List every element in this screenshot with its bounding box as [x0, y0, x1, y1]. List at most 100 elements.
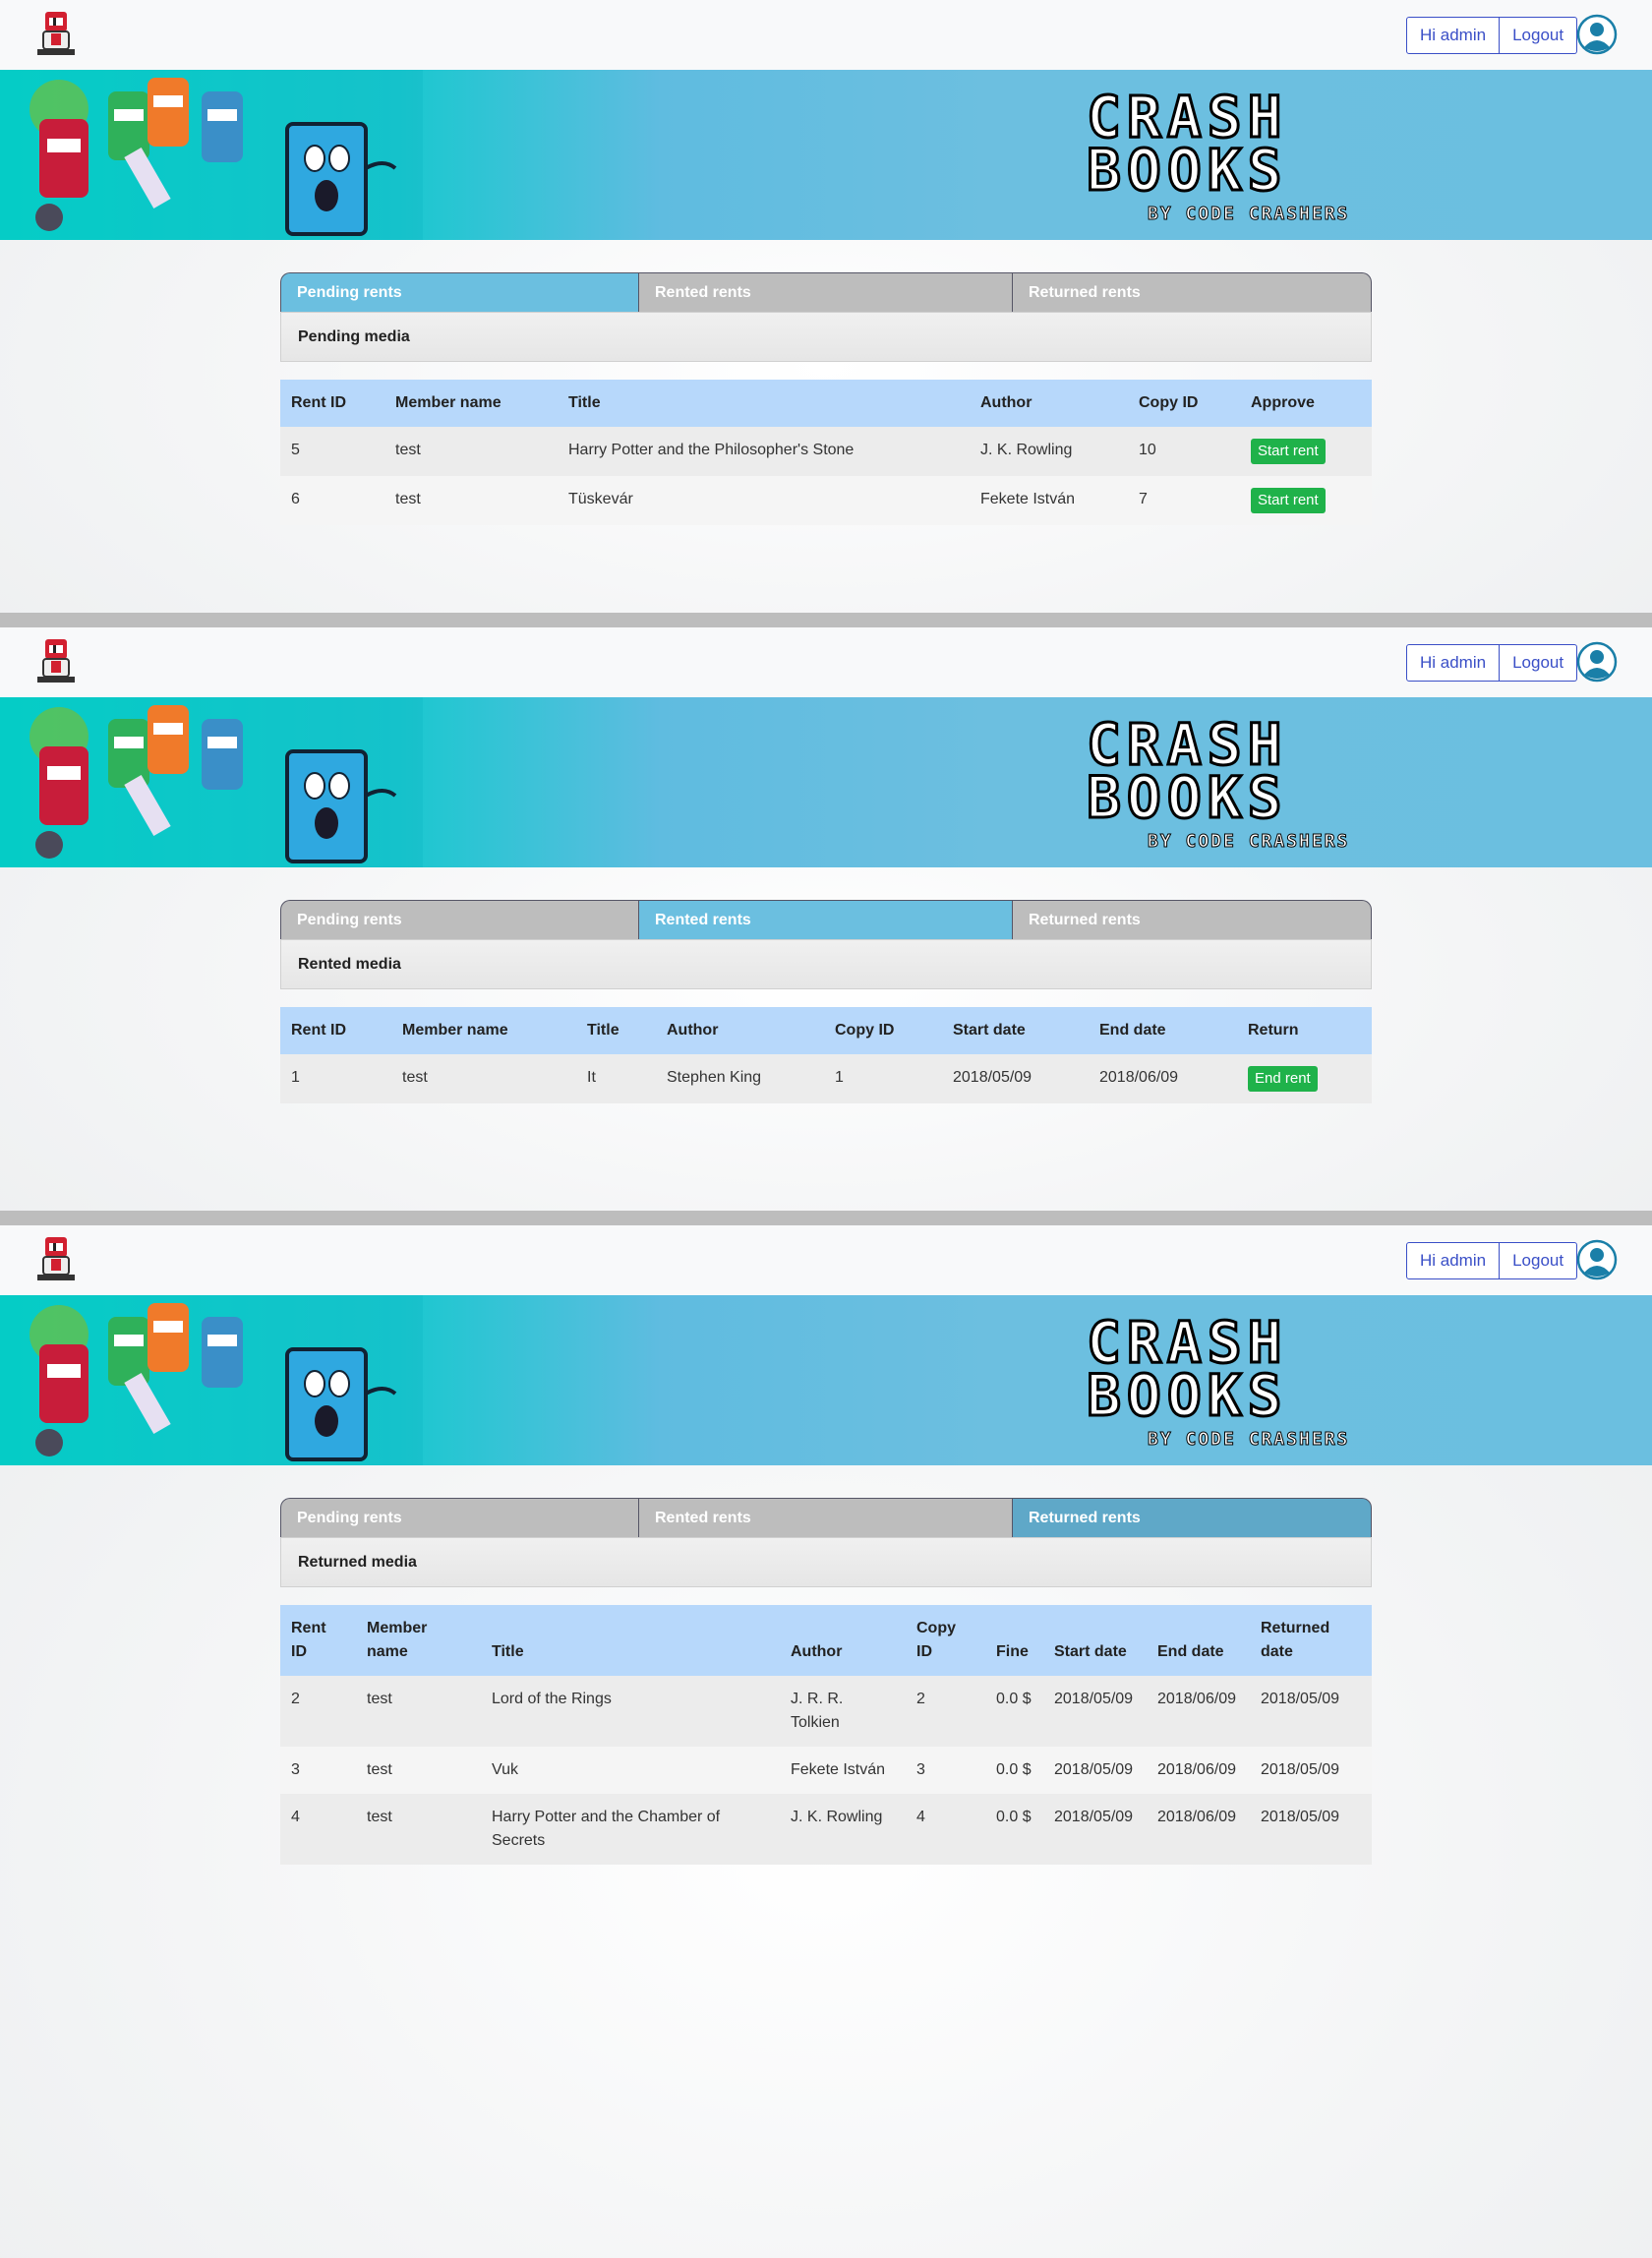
- logout-button[interactable]: Logout: [1500, 1242, 1578, 1279]
- navbar: Hi admin Logout: [0, 627, 1652, 697]
- column-header: Author: [970, 380, 1128, 427]
- copy-id-cell: 1: [824, 1054, 942, 1103]
- section-heading: Pending media: [280, 312, 1372, 362]
- castle-crasher-logo-icon[interactable]: [31, 637, 81, 686]
- logout-button[interactable]: Logout: [1500, 644, 1578, 682]
- tab-rented-rents[interactable]: Rented rents: [638, 900, 1012, 939]
- title-cell: Vuk: [481, 1747, 780, 1794]
- returned-rents-table: Rent ID Member name Title Author Copy ID…: [280, 1605, 1372, 1865]
- rent-tabs: Pending rents Rented rents Returned rent…: [280, 272, 1372, 312]
- table-header-row: Rent ID Member name Title Author Copy ID…: [280, 1007, 1372, 1054]
- hi-admin-button[interactable]: Hi admin: [1406, 644, 1501, 682]
- screenshot-divider: [0, 613, 1652, 627]
- column-header: End date: [1089, 1007, 1237, 1054]
- pending-rents-table: Rent ID Member name Title Author Copy ID…: [280, 380, 1372, 525]
- table-header-row: Rent ID Member name Title Author Copy ID…: [280, 380, 1372, 427]
- tab-returned-rents[interactable]: Returned rents: [1012, 272, 1372, 312]
- rent-id-cell: 2: [280, 1676, 356, 1747]
- knights-and-book-illustration: [0, 697, 423, 867]
- author-cell: Fekete István: [780, 1747, 906, 1794]
- returned-date-cell: 2018/05/09: [1250, 1676, 1372, 1747]
- tab-rented-rents[interactable]: Rented rents: [638, 1498, 1012, 1537]
- table-row: 6 test Tüskevár Fekete István 7 Start re…: [280, 476, 1372, 525]
- banner: CRASH BOOKS BY CODE CRASHERS: [0, 697, 1652, 867]
- title-cell: Tüskevár: [558, 476, 970, 525]
- crash-books-brand-logo: CRASH BOOKS BY CODE CRASHERS: [1087, 715, 1348, 853]
- panel-returned: Hi admin Logout CRASH BOOKS BY CODE CRAS…: [0, 1225, 1652, 2258]
- start-rent-button[interactable]: Start rent: [1251, 439, 1326, 464]
- fine-cell: 0.0 $: [985, 1794, 1043, 1865]
- hi-admin-button[interactable]: Hi admin: [1406, 1242, 1501, 1279]
- knights-and-book-illustration: [0, 1295, 423, 1465]
- author-cell: J. K. Rowling: [970, 427, 1128, 476]
- column-header: Start date: [942, 1007, 1089, 1054]
- rent-id-cell: 6: [280, 476, 384, 525]
- copy-id-cell: 10: [1128, 427, 1240, 476]
- title-cell: Harry Potter and the Philosopher's Stone: [558, 427, 970, 476]
- user-avatar-icon[interactable]: [1576, 641, 1618, 683]
- castle-crasher-logo-icon[interactable]: [31, 10, 81, 59]
- table-header-row: Rent ID Member name Title Author Copy ID…: [280, 1605, 1372, 1676]
- copy-id-cell: 4: [906, 1794, 985, 1865]
- table-row: 1 test It Stephen King 1 2018/05/09 2018…: [280, 1054, 1372, 1103]
- tab-pending-rents[interactable]: Pending rents: [280, 272, 638, 312]
- castle-crasher-logo-icon[interactable]: [31, 1235, 81, 1284]
- member-cell: test: [356, 1676, 481, 1747]
- column-header: Fine: [985, 1605, 1043, 1676]
- start-date-cell: 2018/05/09: [942, 1054, 1089, 1103]
- end-date-cell: 2018/06/09: [1147, 1676, 1250, 1747]
- logout-button[interactable]: Logout: [1500, 17, 1578, 54]
- fine-cell: 0.0 $: [985, 1676, 1043, 1747]
- tab-rented-rents[interactable]: Rented rents: [638, 272, 1012, 312]
- end-date-cell: 2018/06/09: [1147, 1747, 1250, 1794]
- rented-rents-table: Rent ID Member name Title Author Copy ID…: [280, 1007, 1372, 1103]
- author-cell: J. K. Rowling: [780, 1794, 906, 1865]
- start-date-cell: 2018/05/09: [1043, 1794, 1147, 1865]
- column-header: Returned date: [1250, 1605, 1372, 1676]
- rent-id-cell: 4: [280, 1794, 356, 1865]
- column-header: Title: [576, 1007, 656, 1054]
- title-cell: Harry Potter and the Chamber of Secrets: [481, 1794, 780, 1865]
- column-header: Author: [780, 1605, 906, 1676]
- section-heading: Returned media: [280, 1537, 1372, 1587]
- fine-cell: 0.0 $: [985, 1747, 1043, 1794]
- tab-returned-rents[interactable]: Returned rents: [1012, 1498, 1372, 1537]
- user-button-group: Hi admin Logout: [1406, 1242, 1578, 1279]
- member-cell: test: [384, 427, 558, 476]
- table-row: 4 test Harry Potter and the Chamber of S…: [280, 1794, 1372, 1865]
- brand-line-2: BOOKS: [1087, 137, 1288, 204]
- crash-books-brand-logo: CRASH BOOKS BY CODE CRASHERS: [1087, 88, 1349, 225]
- end-date-cell: 2018/06/09: [1089, 1054, 1237, 1103]
- column-header: Rent ID: [280, 380, 384, 427]
- user-avatar-icon[interactable]: [1576, 14, 1618, 55]
- copy-id-cell: 7: [1128, 476, 1240, 525]
- member-cell: test: [356, 1794, 481, 1865]
- table-row: 2 test Lord of the Rings J. R. R. Tolkie…: [280, 1676, 1372, 1747]
- column-header: Return: [1237, 1007, 1372, 1054]
- end-rent-button[interactable]: End rent: [1248, 1066, 1318, 1092]
- author-cell: J. R. R. Tolkien: [780, 1676, 906, 1747]
- column-header: Member name: [356, 1605, 481, 1676]
- brand-line-3: BY CODE CRASHERS: [1148, 204, 1349, 224]
- column-header: Member name: [384, 380, 558, 427]
- tab-pending-rents[interactable]: Pending rents: [280, 900, 638, 939]
- hi-admin-button[interactable]: Hi admin: [1406, 17, 1501, 54]
- column-header: Title: [481, 1605, 780, 1676]
- table-row: 3 test Vuk Fekete István 3 0.0 $ 2018/05…: [280, 1747, 1372, 1794]
- brand-line-3: BY CODE CRASHERS: [1148, 1429, 1349, 1450]
- end-date-cell: 2018/06/09: [1147, 1794, 1250, 1865]
- column-header: Rent ID: [280, 1007, 391, 1054]
- start-date-cell: 2018/05/09: [1043, 1676, 1147, 1747]
- table-row: 5 test Harry Potter and the Philosopher'…: [280, 427, 1372, 476]
- start-rent-button[interactable]: Start rent: [1251, 488, 1326, 513]
- tab-returned-rents[interactable]: Returned rents: [1012, 900, 1372, 939]
- approve-cell: Start rent: [1240, 427, 1372, 476]
- user-avatar-icon[interactable]: [1576, 1239, 1618, 1280]
- column-header: Title: [558, 380, 970, 427]
- column-header: Member name: [391, 1007, 576, 1054]
- tab-pending-rents[interactable]: Pending rents: [280, 1498, 638, 1537]
- return-cell: End rent: [1237, 1054, 1372, 1103]
- author-cell: Stephen King: [656, 1054, 824, 1103]
- title-cell: Lord of the Rings: [481, 1676, 780, 1747]
- title-cell: It: [576, 1054, 656, 1103]
